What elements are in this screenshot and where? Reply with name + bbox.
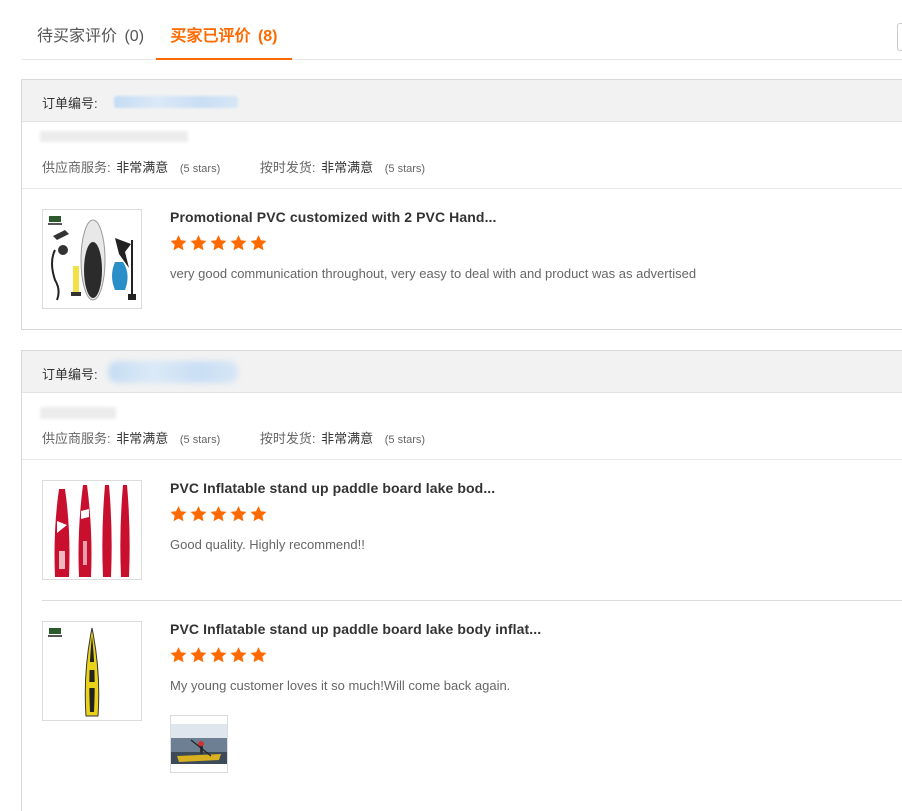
delivery-stars-text: (5 stars)	[384, 163, 426, 175]
star-icon	[230, 235, 247, 251]
delivery-label: 按时发货:	[259, 160, 316, 175]
order-header: 订单编号:	[22, 80, 902, 122]
service-label: 供应商服务:	[42, 431, 111, 446]
buyer-name-redacted	[40, 131, 188, 142]
star-icon	[250, 647, 267, 663]
tab-pending-count: (0)	[124, 28, 145, 45]
divider	[22, 459, 902, 460]
order-block: 订单编号: 供应商服务: 非常满意 (5 stars) 按时发货: 非常满意 (…	[21, 79, 902, 330]
tab-done-count: (8)	[257, 28, 278, 45]
supplier-service-rating: 供应商服务: 非常满意 (5 stars)	[42, 428, 220, 447]
product-thumbnail-sup-kit[interactable]	[42, 209, 142, 309]
star-icon	[170, 506, 187, 522]
product-thumbnail-red-boards[interactable]	[42, 480, 142, 580]
star-icon	[210, 647, 227, 663]
tab-pending-reviews[interactable]: 待买家评价 (0)	[37, 0, 144, 59]
tab-done-label: 买家已评价	[170, 28, 251, 45]
star-icon	[210, 235, 227, 251]
on-time-delivery-rating: 按时发货: 非常满意 (5 stars)	[260, 157, 425, 176]
review-photo-thumbnail[interactable]	[170, 715, 228, 773]
rating-stars	[169, 234, 268, 254]
star-icon	[230, 506, 247, 522]
star-icon	[250, 506, 267, 522]
service-stars-text: (5 stars)	[179, 163, 221, 175]
star-icon	[170, 235, 187, 251]
service-label: 供应商服务:	[42, 160, 111, 175]
product-title-link[interactable]: PVC Inflatable stand up paddle board lak…	[170, 480, 495, 496]
product-title-link[interactable]: Promotional PVC customized with 2 PVC Ha…	[170, 209, 497, 225]
rating-stars	[169, 505, 268, 525]
service-value: 非常满意	[116, 160, 169, 175]
review-tabs: 待买家评价 (0) 买家已评价 (8)	[22, 0, 902, 60]
review-comment: very good communication throughout, very…	[170, 266, 697, 281]
delivery-value: 非常满意	[321, 160, 374, 175]
divider	[22, 188, 902, 189]
product-title-link[interactable]: PVC Inflatable stand up paddle board lak…	[170, 621, 541, 637]
tab-pending-label: 待买家评价	[37, 28, 118, 45]
buyer-name-redacted	[40, 407, 116, 419]
divider	[42, 600, 902, 601]
tab-completed-reviews[interactable]: 买家已评价 (8)	[156, 0, 292, 60]
order-header: 订单编号:	[22, 351, 902, 393]
star-icon	[250, 235, 267, 251]
service-rating-row: 供应商服务: 非常满意 (5 stars) 按时发货: 非常满意 (5 star…	[42, 428, 425, 447]
supplier-service-rating: 供应商服务: 非常满意 (5 stars)	[42, 157, 220, 176]
order-number-redacted	[114, 96, 238, 108]
order-number-redacted	[108, 361, 238, 383]
star-icon	[230, 647, 247, 663]
star-icon	[210, 506, 227, 522]
product-thumbnail-yellow-board[interactable]	[42, 621, 142, 721]
service-rating-row: 供应商服务: 非常满意 (5 stars) 按时发货: 非常满意 (5 star…	[42, 157, 425, 176]
order-number-label: 订单编号:	[42, 367, 98, 382]
order-number-label: 订单编号:	[42, 96, 98, 111]
rating-stars	[169, 646, 268, 666]
star-icon	[190, 506, 207, 522]
star-icon	[170, 647, 187, 663]
review-comment: Good quality. Highly recommend!!	[170, 537, 365, 552]
star-icon	[190, 235, 207, 251]
delivery-label: 按时发货:	[259, 431, 316, 446]
delivery-stars-text: (5 stars)	[384, 434, 426, 446]
filter-control[interactable]	[897, 23, 902, 51]
delivery-value: 非常满意	[321, 431, 374, 446]
on-time-delivery-rating: 按时发货: 非常满意 (5 stars)	[260, 428, 425, 447]
service-value: 非常满意	[116, 431, 169, 446]
service-stars-text: (5 stars)	[179, 434, 221, 446]
review-comment: My young customer loves it so much!Will …	[170, 678, 511, 693]
order-block: 订单编号: 供应商服务: 非常满意 (5 stars) 按时发货: 非常满意 (…	[21, 350, 902, 811]
star-icon	[190, 647, 207, 663]
